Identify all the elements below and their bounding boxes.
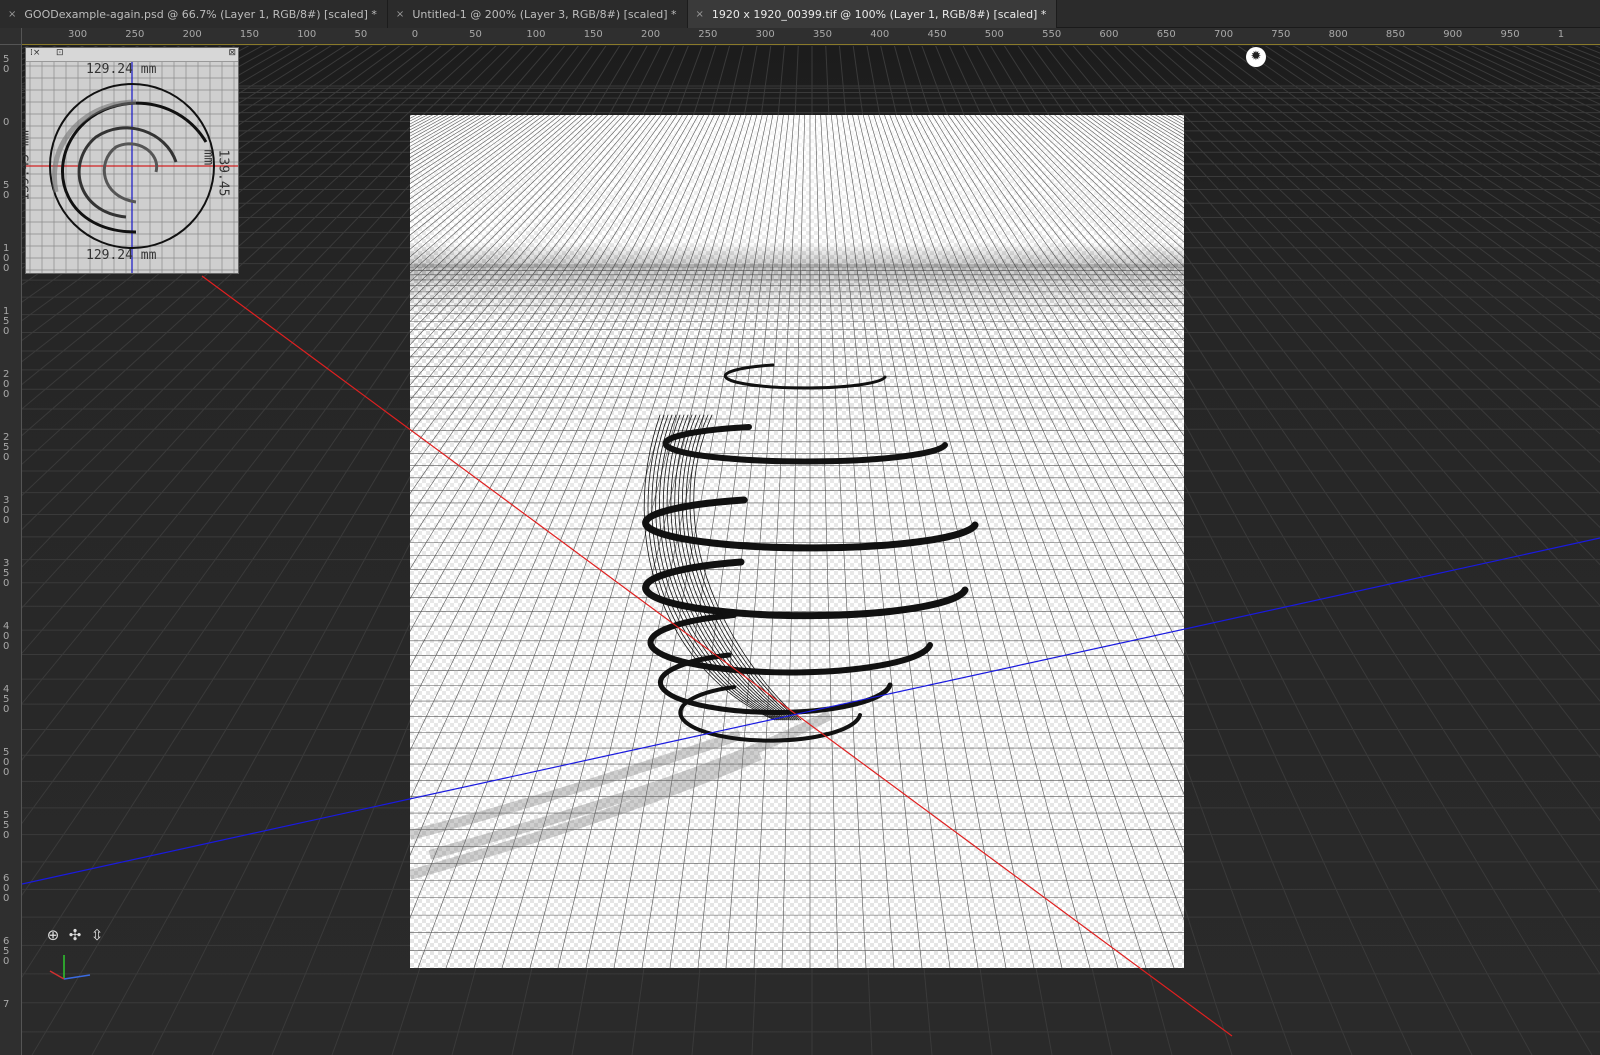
ruler-tick-label: 150 <box>583 29 603 40</box>
axis-gizmo <box>49 955 91 980</box>
ruler-tick-label: 450 <box>3 684 10 715</box>
horizontal-ruler[interactable]: 300 250 200 150 100 50 0 50 100 150 200 250 300 350 40… <box>22 28 1600 45</box>
bottom-dimension-label: 129.24 mm <box>86 248 157 263</box>
ruler-tick-label: 500 <box>3 747 10 778</box>
ruler-tick-label: 50 <box>354 29 368 40</box>
right-dimension-label: 139.45 mm <box>200 149 231 197</box>
document-tab-bar: × GOODexample-again.psd @ 66.7% (Layer 1… <box>0 0 1600 28</box>
pan-3d-icon[interactable]: ✣ <box>66 926 84 944</box>
ruler-tick-label: 600 <box>1099 29 1119 40</box>
vertical-ruler[interactable]: 50 0 50 100 150 200 250 300 350 400 450 500 550 600 65… <box>0 45 22 1055</box>
ruler-tick-label: 50 <box>469 29 482 40</box>
ruler-tick-label: 200 <box>182 29 202 40</box>
ruler-tick-label: 250 <box>698 29 718 40</box>
ruler-tick-label: 0 <box>411 29 419 40</box>
ruler-tick-label: 50 <box>3 180 10 201</box>
ruler-tick-label: 700 <box>1214 29 1234 40</box>
ruler-tick-label: 800 <box>1328 29 1348 40</box>
ruler-tick-label: 850 <box>1385 29 1405 40</box>
tab-untitled-1[interactable]: × Untitled-1 @ 200% (Layer 3, RGB/8#) [s… <box>387 0 688 28</box>
rendered-3d-scene <box>410 115 1184 968</box>
3d-navigation-tools: ⊕ ✣ ⇳ <box>44 926 106 944</box>
document-canvas[interactable] <box>410 115 1184 968</box>
tab-close-icon[interactable]: × <box>696 9 704 20</box>
ruler-tick-label: 7 <box>3 999 10 1010</box>
ruler-tick-label: 400 <box>3 621 10 652</box>
ruler-tick-label: 550 <box>1042 29 1062 40</box>
ruler-tick-label: 350 <box>812 29 832 40</box>
ruler-tick-label: 300 <box>755 29 775 40</box>
ruler-tick-label: 250 <box>125 29 145 40</box>
tab-1920x1920-tif[interactable]: × 1920 x 1920_00399.tif @ 100% (Layer 1,… <box>687 0 1058 28</box>
ruler-tick-label: 1 <box>1557 29 1565 40</box>
slide-3d-icon[interactable]: ⇳ <box>88 926 106 944</box>
ruler-tick-label: 150 <box>239 29 259 40</box>
camera-select-icon[interactable]: ⊡ <box>56 48 64 58</box>
ruler-tick-label: 550 <box>3 810 10 841</box>
ruler-tick-label: 150 <box>3 306 10 337</box>
ruler-tick-label: 450 <box>927 29 947 40</box>
ruler-tick-label: 600 <box>3 873 10 904</box>
canvas-3d-viewport[interactable]: ⁞× ⊡ ⊠ 129.24 mm 129.24 mm 139.45 mm 139… <box>22 46 1600 1055</box>
top-dimension-label: 129.24 mm <box>86 62 157 77</box>
orbit-3d-icon[interactable]: ⊕ <box>44 926 62 944</box>
swap-view-icon[interactable]: ⊠ <box>228 48 236 58</box>
ruler-tick-label: 650 <box>1156 29 1176 40</box>
tab-close-icon[interactable]: × <box>396 9 404 20</box>
ruler-tick-label: 650 <box>3 936 10 967</box>
ruler-tick-label: 100 <box>3 243 10 274</box>
tab-label: 1920 x 1920_00399.tif @ 100% (Layer 1, R… <box>711 7 1047 21</box>
ruler-tick-label: 100 <box>297 29 317 40</box>
panel-grip-icon[interactable]: ⁞× <box>30 48 40 58</box>
ruler-tick-label: 0 <box>3 117 10 128</box>
tab-label: GOODexample-again.psd @ 66.7% (Layer 1, … <box>24 7 377 21</box>
tab-goodexample[interactable]: × GOODexample-again.psd @ 66.7% (Layer 1… <box>0 0 388 28</box>
light-source-icon[interactable]: ✹ <box>1246 47 1266 67</box>
ruler-tick-label: 500 <box>984 29 1004 40</box>
ruler-tick-label: 950 <box>1500 29 1520 40</box>
ruler-tick-label: 250 <box>3 432 10 463</box>
ruler-tick-label: 200 <box>641 29 661 40</box>
ruler-tick-label: 100 <box>526 29 546 40</box>
ruler-tick-label: 300 <box>3 495 10 526</box>
ruler-tick-label: 300 <box>68 29 88 40</box>
ruler-corner <box>0 28 22 45</box>
ruler-tick-label: 200 <box>3 369 10 400</box>
ruler-tick-label: 400 <box>870 29 890 40</box>
secondary-view-header: ⁞× ⊡ ⊠ <box>26 48 238 62</box>
ruler-tick-label: 900 <box>1443 29 1463 40</box>
ruler-tick-label: 50 <box>3 54 10 75</box>
secondary-view-panel[interactable]: ⁞× ⊡ ⊠ 129.24 mm 129.24 mm 139.45 mm 139… <box>22 47 239 274</box>
ruler-tick-label: 350 <box>3 558 10 589</box>
tab-label: Untitled-1 @ 200% (Layer 3, RGB/8#) [sca… <box>412 7 677 21</box>
tab-close-icon[interactable]: × <box>8 9 16 20</box>
ruler-tick-label: 750 <box>1271 29 1291 40</box>
left-dimension-label: 139.45 mm <box>22 130 33 201</box>
